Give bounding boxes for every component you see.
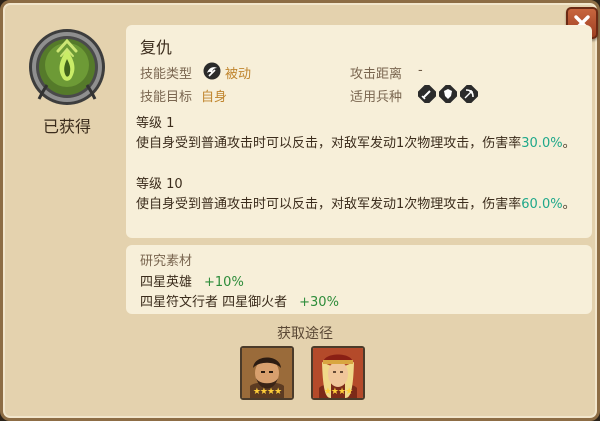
passive-type-icon — [203, 62, 221, 80]
level-1-desc-end: 。 — [562, 136, 576, 151]
flame-icon — [29, 29, 105, 105]
material-line: 四星英雄 +10% — [140, 271, 244, 290]
level-1-desc-text: 使自身受到普通攻击时可以反击，对敌军发动1次物理攻击，伤害率 — [136, 136, 522, 151]
sword-icon — [418, 85, 436, 103]
skill-type-value: 被动 — [225, 67, 252, 82]
skill-info-box: 复仇 技能类型 被动 攻击距离 - 技能目标 自身 适用兵种 等级 1 使自身受… — [126, 25, 592, 238]
level-10-damage-rate: 60.0% — [521, 197, 563, 212]
skill-detail-panel: 已获得 复仇 技能类型 被动 攻击距离 - 技能目标 自身 适用兵种 等级 1 … — [0, 0, 600, 421]
attack-range-label: 攻击距离 — [350, 67, 403, 82]
material-line: 四星符文行者 四星御火者 +30% — [140, 291, 339, 310]
level-10-desc-end: 。 — [562, 197, 576, 212]
level-1-damage-rate: 30.0% — [521, 136, 563, 151]
hero-portrait-warrior[interactable]: ★★★★ — [240, 346, 294, 400]
shield-icon — [439, 85, 457, 103]
level-10-description: 使自身受到普通攻击时可以反击，对敌军发动1次物理攻击，伤害率60.0%。 — [136, 196, 576, 214]
level-1-description: 使自身受到普通攻击时可以反击，对敌军发动1次物理攻击，伤害率30.0%。 — [136, 135, 576, 153]
skill-icon — [27, 27, 107, 107]
hero-portrait-fire-controller[interactable]: ★★★★ — [311, 346, 365, 400]
skill-target-label: 技能目标 — [140, 90, 193, 105]
level-10-label: 等级 10 — [136, 177, 183, 192]
material-bonus: +30% — [299, 295, 339, 310]
hero-star-rating: ★★★★ — [323, 387, 353, 397]
level-10-desc-text: 使自身受到普通攻击时可以反击，对敌军发动1次物理攻击，伤害率 — [136, 197, 522, 212]
bow-icon — [460, 85, 478, 103]
skill-name: 复仇 — [140, 38, 173, 57]
material-bonus: +10% — [204, 275, 244, 290]
material-names: 四星英雄 — [140, 275, 193, 290]
attack-range-value: - — [418, 63, 423, 78]
skill-type-label: 技能类型 — [140, 67, 193, 82]
sources-title: 获取途径 — [277, 326, 333, 342]
skill-target-value: 自身 — [201, 90, 228, 105]
level-1-label: 等级 1 — [136, 116, 175, 131]
troop-types-label: 适用兵种 — [350, 90, 403, 105]
material-names: 四星符文行者 四星御火者 — [140, 295, 288, 310]
research-materials-box: 研究素材 四星英雄 +10% 四星符文行者 四星御火者 +30% — [126, 245, 592, 314]
hero-star-rating: ★★★★ — [252, 387, 282, 397]
obtained-status: 已获得 — [42, 117, 91, 136]
materials-title: 研究素材 — [140, 254, 193, 269]
